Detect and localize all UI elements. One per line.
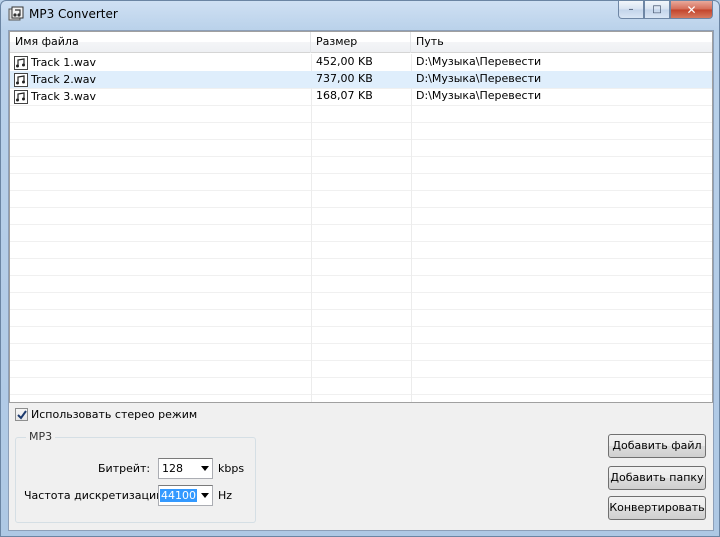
- row-gridline: [10, 275, 712, 276]
- audio-file-icon: [14, 55, 28, 70]
- row-gridline: [10, 156, 712, 157]
- table-row[interactable]: Track 3.wav 168,07 KB D:\Музыка\Перевест…: [10, 88, 712, 105]
- app-window: MP3 Converter – □ ✕ Имя файла Размер Пут…: [0, 0, 720, 537]
- column-header-path[interactable]: Путь: [411, 32, 712, 53]
- table-row[interactable]: Track 1.wav 452,00 KB D:\Музыка\Перевест…: [10, 54, 712, 71]
- audio-file-icon: [14, 72, 28, 87]
- column-header-name[interactable]: Имя файла: [10, 32, 311, 53]
- row-gridline: [10, 360, 712, 361]
- table-row-selected[interactable]: Track 2.wav 737,00 KB D:\Музыка\Перевест…: [10, 71, 712, 88]
- file-name: Track 3.wav: [31, 89, 97, 103]
- file-path: D:\Музыка\Перевести: [416, 89, 542, 102]
- bitrate-unit: kbps: [218, 462, 245, 475]
- row-gridline: [10, 241, 712, 242]
- chevron-down-icon[interactable]: [201, 466, 209, 471]
- list-header: Имя файла Размер Путь: [10, 32, 712, 53]
- column-gridline: [311, 54, 312, 402]
- cell-name: Track 2.wav: [10, 71, 311, 88]
- stereo-label: Использовать стерео режим: [31, 408, 198, 421]
- samplerate-value: 44100: [160, 489, 197, 502]
- add-file-button[interactable]: Добавить файл: [608, 434, 706, 458]
- close-button[interactable]: ✕: [670, 1, 713, 19]
- row-gridline: [10, 224, 712, 225]
- file-size: 737,00 KB: [316, 72, 373, 85]
- row-gridline: [10, 326, 712, 327]
- cell-name: Track 1.wav: [10, 54, 311, 71]
- add-folder-button[interactable]: Добавить папку: [608, 466, 706, 490]
- client-area: Имя файла Размер Путь Track 1.wav 452,00…: [8, 30, 714, 531]
- group-title: MP3: [26, 430, 56, 443]
- convert-button[interactable]: Конвертировать: [608, 496, 706, 520]
- samplerate-select[interactable]: 44100: [158, 485, 213, 506]
- file-path: D:\Музыка\Перевести: [416, 55, 542, 68]
- column-gridline: [411, 54, 412, 402]
- stereo-option[interactable]: Использовать стерео режим: [15, 408, 197, 421]
- cell-name: Track 3.wav: [10, 88, 311, 105]
- file-list[interactable]: Имя файла Размер Путь Track 1.wav 452,00…: [9, 31, 713, 403]
- maximize-button[interactable]: □: [644, 1, 670, 19]
- row-gridline: [10, 309, 712, 310]
- bitrate-select[interactable]: 128: [158, 458, 213, 479]
- row-gridline: [10, 258, 712, 259]
- row-gridline: [10, 394, 712, 395]
- title-bar[interactable]: MP3 Converter – □ ✕: [1, 1, 719, 29]
- samplerate-unit: Hz: [218, 489, 233, 502]
- stereo-checkbox[interactable]: [15, 408, 28, 421]
- column-header-size[interactable]: Размер: [311, 32, 411, 53]
- app-icon: [8, 6, 24, 21]
- file-name: Track 2.wav: [31, 72, 97, 86]
- row-gridline: [10, 190, 712, 191]
- file-path: D:\Музыка\Перевести: [416, 72, 542, 85]
- row-gridline: [10, 173, 712, 174]
- list-rows: Track 1.wav 452,00 KB D:\Музыка\Перевест…: [10, 54, 712, 105]
- row-gridline: [10, 343, 712, 344]
- bitrate-value: 128: [162, 462, 183, 475]
- checkmark-icon: [16, 409, 27, 420]
- file-size: 452,00 KB: [316, 55, 373, 68]
- window-controls: – □ ✕: [618, 1, 713, 21]
- window-title: MP3 Converter: [29, 7, 118, 21]
- samplerate-label: Частота дискретизации: [24, 489, 164, 502]
- row-gridline: [10, 105, 712, 106]
- row-gridline: [10, 122, 712, 123]
- list-gridlines: [10, 54, 712, 402]
- row-gridline: [10, 377, 712, 378]
- bitrate-label: Битрейт:: [98, 462, 151, 475]
- mp3-settings-group: MP3 Битрейт: 128 kbps Частота дискретиза…: [15, 430, 256, 523]
- chevron-down-icon[interactable]: [201, 493, 209, 498]
- row-gridline: [10, 207, 712, 208]
- audio-file-icon: [14, 89, 28, 104]
- row-gridline: [10, 139, 712, 140]
- row-gridline: [10, 292, 712, 293]
- file-name: Track 1.wav: [31, 55, 97, 69]
- minimize-button[interactable]: –: [618, 1, 644, 19]
- file-size: 168,07 KB: [316, 89, 373, 102]
